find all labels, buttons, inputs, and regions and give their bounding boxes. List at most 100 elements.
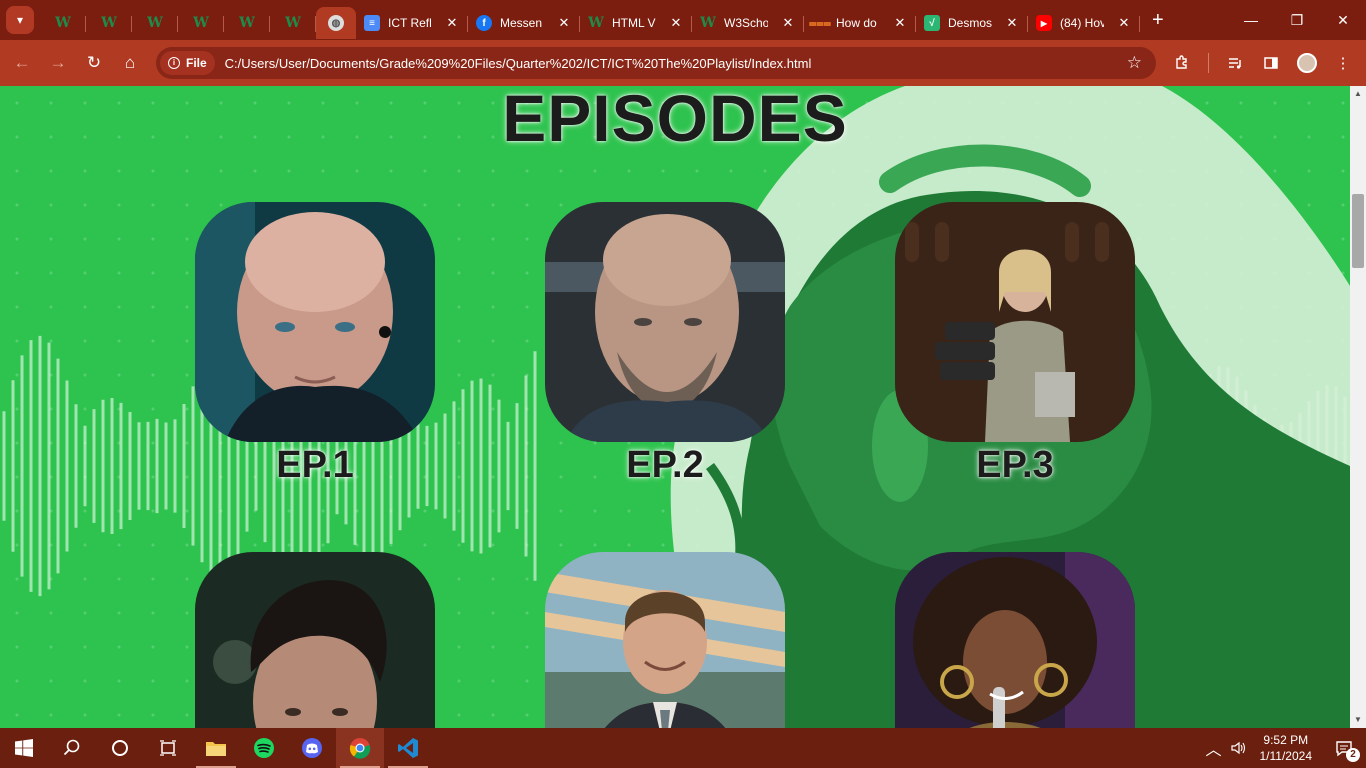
- tab-search-button[interactable]: ▾: [6, 6, 34, 34]
- w3schools-icon: W: [700, 15, 716, 31]
- scroll-up-arrow-icon[interactable]: ▲: [1350, 86, 1366, 102]
- close-window-button[interactable]: ✕: [1320, 0, 1366, 40]
- notifications-button[interactable]: 2: [1322, 728, 1366, 768]
- vscode-button[interactable]: [384, 728, 432, 768]
- tab-close-icon[interactable]: ✕: [556, 15, 572, 31]
- taskbar-search-button[interactable]: [48, 728, 96, 768]
- episode-5-thumbnail[interactable]: [545, 552, 785, 728]
- episode-card-4[interactable]: [195, 552, 435, 728]
- media-controls-icon[interactable]: [1217, 45, 1253, 81]
- tab-title: W3Scho: [724, 16, 768, 30]
- browser-tab[interactable]: ⩶ How do ✕: [804, 7, 916, 39]
- info-icon: i: [168, 57, 180, 69]
- browser-tab[interactable]: W: [270, 7, 316, 39]
- browser-tab[interactable]: √ Desmos ✕: [916, 7, 1028, 39]
- new-tab-button[interactable]: +: [1152, 9, 1172, 32]
- volume-icon: [1230, 741, 1245, 755]
- browser-tab[interactable]: W HTML V ✕: [580, 7, 692, 39]
- page-viewport: EPISODES EP.1 EP.2 EP.3: [0, 86, 1350, 728]
- w3schools-icon: W: [55, 15, 71, 31]
- episode-3-label: EP.3: [976, 444, 1054, 486]
- clock-date: 1/11/2024: [1259, 749, 1313, 763]
- back-arrow-icon: ←: [13, 53, 31, 72]
- tab-separator: [1139, 16, 1140, 32]
- back-button[interactable]: ←: [4, 45, 40, 81]
- url-text[interactable]: C:/Users/User/Documents/Grade%209%20File…: [225, 56, 812, 71]
- volume-button[interactable]: [1226, 728, 1250, 768]
- browser-tab[interactable]: ◍: [316, 7, 356, 39]
- chevron-down-icon: ▾: [16, 13, 24, 27]
- file-explorer-button[interactable]: [192, 728, 240, 768]
- toolbar-actions: ⋮: [1164, 40, 1361, 86]
- tab-title: Messen: [500, 16, 543, 30]
- restore-button[interactable]: ❐: [1274, 0, 1320, 40]
- toolbar-divider: [1208, 53, 1209, 73]
- episode-3-thumbnail[interactable]: [895, 202, 1135, 442]
- globe-icon: ◍: [328, 15, 344, 31]
- profile-avatar[interactable]: [1289, 45, 1325, 81]
- search-icon: [63, 739, 80, 756]
- tab-strip: ▾ W W W W W W ◍ ≡ ICT Refl ✕ f Messen ✕ W HTML V ✕ W W3Sc…: [0, 0, 1366, 40]
- scroll-down-arrow-icon[interactable]: ▼: [1350, 712, 1366, 728]
- discord-button[interactable]: [288, 728, 336, 768]
- episode-card-1[interactable]: EP.1: [195, 202, 435, 487]
- site-info-chip[interactable]: i File: [160, 51, 215, 75]
- cortana-icon: [112, 740, 128, 756]
- spotify-button[interactable]: [240, 728, 288, 768]
- episode-6-thumbnail[interactable]: [895, 552, 1135, 728]
- scrollbar-thumb[interactable]: [1352, 194, 1364, 268]
- browser-tab[interactable]: f Messen ✕: [468, 7, 580, 39]
- chevron-up-icon: ︿: [1205, 742, 1222, 759]
- w3schools-icon: W: [285, 15, 301, 31]
- menu-kebab-icon[interactable]: ⋮: [1325, 45, 1361, 81]
- home-button[interactable]: ⌂: [112, 45, 148, 81]
- chrome-button[interactable]: [336, 728, 384, 768]
- clock-time: 9:52 PM: [1263, 733, 1309, 747]
- tab-title: Desmos: [948, 16, 992, 30]
- browser-tab[interactable]: W W3Scho ✕: [692, 7, 804, 39]
- tab-close-icon[interactable]: ✕: [892, 15, 908, 31]
- browser-tab[interactable]: ▶ (84) Hov ✕: [1028, 7, 1140, 39]
- task-view-button[interactable]: [144, 728, 192, 768]
- start-button[interactable]: [0, 728, 48, 768]
- w3schools-icon: W: [239, 15, 255, 31]
- minimize-button[interactable]: —: [1228, 0, 1274, 40]
- browser-toolbar: ← → ↻ ⌂ i File C:/Users/User/Documents/G…: [0, 40, 1366, 86]
- tab-close-icon[interactable]: ✕: [780, 15, 796, 31]
- tab-close-icon[interactable]: ✕: [1116, 15, 1132, 31]
- file-explorer-icon: [206, 742, 226, 756]
- episode-card-3[interactable]: EP.3: [895, 202, 1135, 487]
- discord-icon: [302, 738, 322, 758]
- tab-close-icon[interactable]: ✕: [668, 15, 684, 31]
- address-bar[interactable]: i File C:/Users/User/Documents/Grade%209…: [156, 47, 1156, 79]
- taskbar-clock[interactable]: 9:52 PM 1/11/2024: [1260, 732, 1313, 764]
- show-hidden-icons-button[interactable]: ︿: [1202, 728, 1226, 768]
- browser-tab[interactable]: W: [178, 7, 224, 39]
- w3schools-icon: W: [147, 15, 163, 31]
- tab-close-icon[interactable]: ✕: [1004, 15, 1020, 31]
- browser-tab[interactable]: ≡ ICT Refl ✕: [356, 7, 468, 39]
- episode-2-thumbnail[interactable]: [545, 202, 785, 442]
- extensions-icon[interactable]: [1164, 45, 1200, 81]
- bookmark-star-icon[interactable]: ☆: [1127, 53, 1142, 73]
- episode-4-thumbnail[interactable]: [195, 552, 435, 728]
- browser-tab[interactable]: W: [224, 7, 270, 39]
- reload-button[interactable]: ↻: [76, 45, 112, 81]
- tab-title: HTML V: [612, 16, 656, 30]
- cortana-button[interactable]: [96, 728, 144, 768]
- page-scrollbar[interactable]: ▲ ▼: [1350, 86, 1366, 728]
- forward-button[interactable]: →: [40, 45, 76, 81]
- episode-1-thumbnail[interactable]: [195, 202, 435, 442]
- desmos-icon: √: [924, 15, 940, 31]
- tab-list: W W W W W W ◍ ≡ ICT Refl ✕ f Messen ✕ W HTML V ✕ W W3Scho…: [40, 1, 1140, 39]
- episode-card-5[interactable]: [545, 552, 785, 728]
- avatar: [1297, 53, 1317, 73]
- tab-close-icon[interactable]: ✕: [444, 15, 460, 31]
- episode-card-6[interactable]: [895, 552, 1135, 728]
- side-panel-icon[interactable]: [1253, 45, 1289, 81]
- task-view-icon: [160, 740, 176, 756]
- browser-tab[interactable]: W: [40, 7, 86, 39]
- browser-tab[interactable]: W: [86, 7, 132, 39]
- episode-card-2[interactable]: EP.2: [545, 202, 785, 487]
- browser-tab[interactable]: W: [132, 7, 178, 39]
